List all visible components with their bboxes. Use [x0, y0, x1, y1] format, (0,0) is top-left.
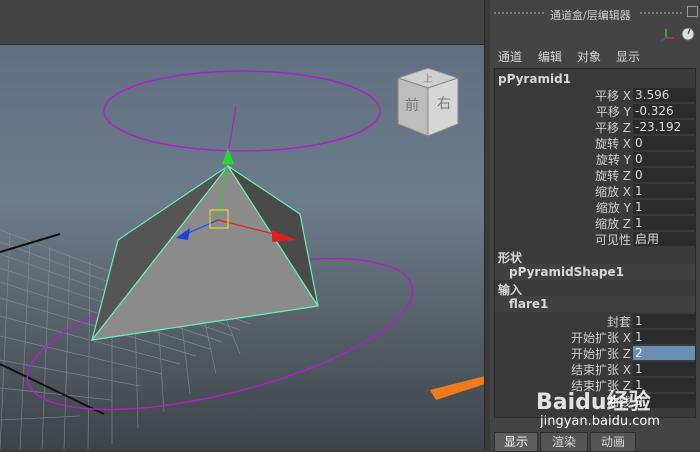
channel-label: 平移 Z: [594, 121, 631, 135]
channel-value-field[interactable]: 1: [633, 200, 695, 214]
tab-render[interactable]: 渲染: [540, 432, 588, 452]
channel-label: 平移 Y: [595, 105, 631, 119]
shape-node-name: pPyramidShape1: [509, 265, 625, 279]
viewcube-top-label: 上: [423, 73, 433, 85]
tab-anim[interactable]: 动画: [590, 432, 636, 452]
view-cube[interactable]: 上 前 右: [396, 67, 460, 137]
channel-box-panel: 通道盒/层编辑器 通道 编辑 对象 显示 pPyramid1 平移 X 3.596…: [490, 0, 700, 452]
panel-title-bar[interactable]: 通道盒/层编辑器: [490, 0, 700, 26]
channel-label: 开始扩张 Z: [570, 347, 631, 361]
channel-row[interactable]: 旋转 Z0: [495, 167, 695, 183]
channel-value-field[interactable]: 1: [633, 362, 695, 376]
channel-value-field[interactable]: 1: [633, 314, 695, 328]
axis-icon[interactable]: [660, 29, 674, 42]
channel-label: 可见性: [594, 233, 631, 247]
channel-row[interactable]: 平移 Y -0.326: [495, 103, 695, 119]
channel-row[interactable]: 缩放 X1: [495, 183, 695, 199]
shape-node-row[interactable]: pPyramidShape1: [495, 264, 695, 280]
viewport-scene[interactable]: 上 前 右: [0, 44, 484, 450]
menu-object[interactable]: 对象: [577, 48, 601, 65]
channel-row-selected[interactable]: 开始扩张 Z2: [495, 345, 695, 361]
channel-row[interactable]: 结束扩张 X1: [495, 361, 695, 377]
watermark-logo: Baidu经验: [536, 390, 651, 415]
channel-value-field[interactable]: 0: [633, 168, 695, 182]
channel-value-field[interactable]: 0: [633, 136, 695, 150]
channel-row[interactable]: 平移 X 3.596: [495, 87, 695, 103]
viewport-toolbar: [0, 0, 484, 45]
menu-channels[interactable]: 通道: [498, 48, 522, 65]
channel-label: 缩放 Y: [595, 201, 631, 215]
channel-row[interactable]: 可见性 启用: [495, 231, 695, 247]
channel-value-field[interactable]: 2: [633, 346, 695, 360]
menu-show[interactable]: 显示: [616, 48, 640, 65]
panel-title: 通道盒/层编辑器: [550, 9, 631, 22]
menu-edit[interactable]: 编辑: [538, 48, 562, 65]
channel-box: pPyramid1 平移 X 3.596 平移 Y -0.326 平移 Z -23.1…: [494, 68, 696, 418]
channel-value-field[interactable]: 3.596: [633, 88, 695, 102]
channel-row[interactable]: 旋转 Y0: [495, 151, 695, 167]
channel-value-field[interactable]: -23.192: [633, 120, 695, 134]
channel-label: 平移 X: [594, 89, 631, 103]
deformer-top-ring: [103, 70, 381, 152]
help-icon[interactable]: [681, 27, 695, 41]
channel-box-menubar: 通道 编辑 对象 显示: [490, 46, 700, 66]
channel-value-field[interactable]: 1: [633, 216, 695, 230]
channel-value-field[interactable]: 1: [633, 330, 695, 344]
channel-row[interactable]: 缩放 Y1: [495, 199, 695, 215]
channel-label: 旋转 Y: [595, 153, 631, 167]
annotation-arrow: [430, 376, 484, 400]
channel-label: 旋转 Z: [594, 169, 631, 183]
float-panel-icon[interactable]: [687, 6, 698, 17]
channel-row[interactable]: 平移 Z -23.192: [495, 119, 695, 135]
input-node-row[interactable]: flare1: [495, 296, 695, 312]
channel-label: 缩放 X: [594, 185, 631, 199]
object-name[interactable]: pPyramid1: [498, 72, 571, 86]
perspective-viewport[interactable]: 上 前 右: [0, 0, 484, 450]
channel-label: 结束扩张 X: [570, 363, 631, 377]
viewcube-right-label: 右: [437, 96, 451, 112]
channel-value-field[interactable]: 启用: [633, 232, 695, 246]
channel-row[interactable]: 缩放 Z1: [495, 215, 695, 231]
panel-tabs: 显示 渲染 动画: [490, 428, 700, 452]
panel-toolbar: [490, 24, 700, 44]
channel-row[interactable]: 封套 1: [495, 313, 695, 329]
viewcube-front-label: 前: [405, 97, 419, 114]
tab-display[interactable]: 显示: [494, 432, 538, 452]
watermark-url: jingyan.baidu.com: [540, 414, 660, 429]
channel-label: 封套: [606, 315, 631, 329]
channel-value-field[interactable]: 0: [633, 152, 695, 166]
input-node-name: flare1: [509, 297, 549, 311]
channel-label: 旋转 X: [594, 137, 631, 151]
channel-value-field[interactable]: 1: [633, 184, 695, 198]
channel-label: 开始扩张 X: [570, 331, 631, 345]
channel-value-field[interactable]: -0.326: [633, 104, 695, 118]
channel-row[interactable]: 开始扩张 X1: [495, 329, 695, 345]
channel-label: 缩放 Z: [594, 217, 631, 231]
channel-row[interactable]: 旋转 X0: [495, 135, 695, 151]
